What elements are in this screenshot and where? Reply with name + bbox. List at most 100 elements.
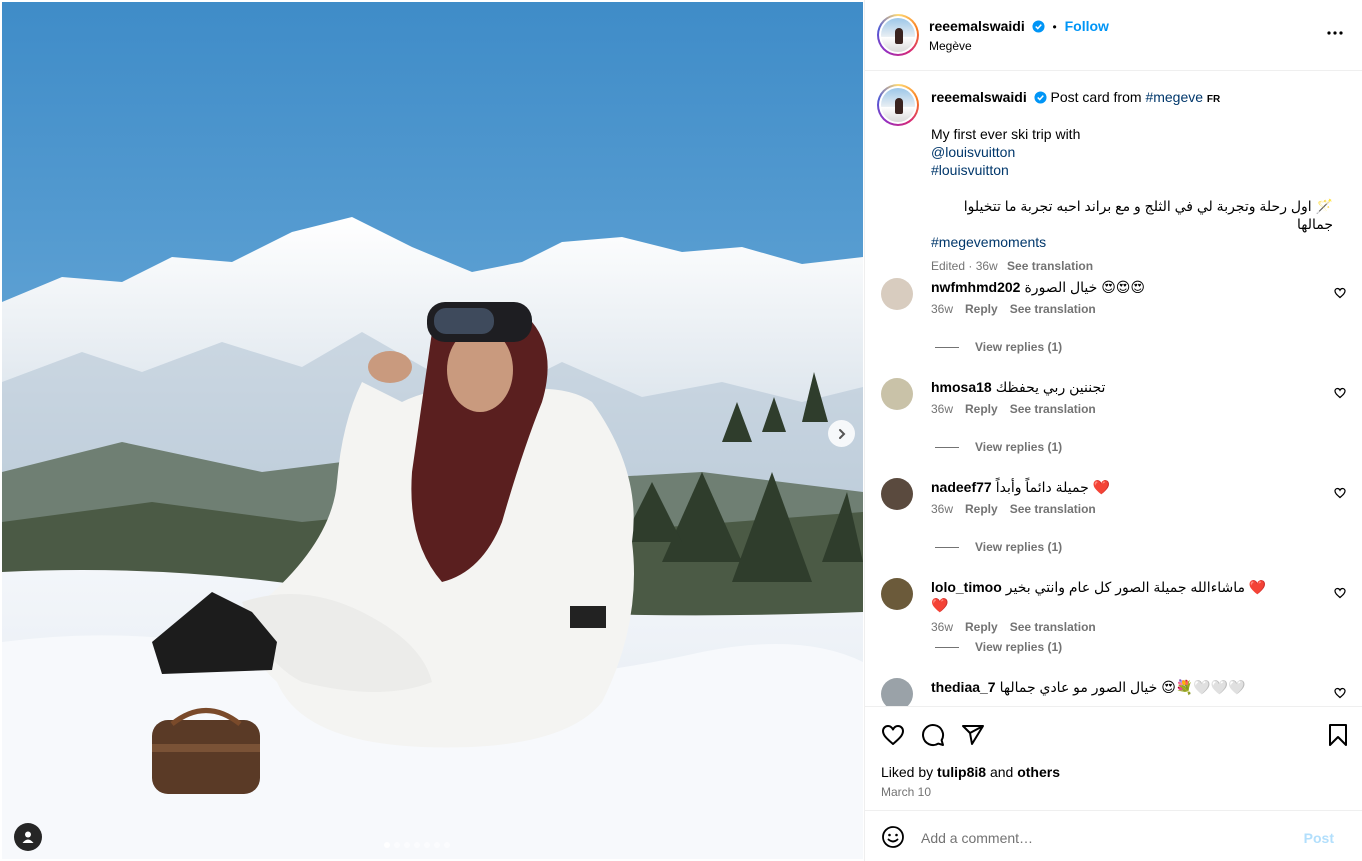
more-options-button[interactable] bbox=[1326, 24, 1344, 45]
caption-username[interactable]: reeemalswaidi bbox=[931, 89, 1027, 105]
more-options-icon bbox=[1327, 31, 1343, 35]
caption-prefix: Post card from bbox=[1050, 89, 1142, 105]
reply-button[interactable]: Reply bbox=[965, 402, 998, 416]
view-replies-label: View replies (1) bbox=[975, 340, 1063, 354]
view-replies-button[interactable]: View replies (1) bbox=[935, 440, 1062, 454]
caption: reeemalswaidi Post card from #megeve FR … bbox=[865, 84, 1362, 273]
heart-icon bbox=[882, 725, 904, 745]
caption-edited: Edited · 36w bbox=[931, 259, 998, 273]
caption-arabic: 🪄 اول رحلة وتجربة لي في الثلج و مع براند… bbox=[931, 197, 1333, 233]
view-replies-button[interactable]: View replies (1) bbox=[935, 540, 1062, 554]
comment-row: nadeef77 جميلة دائماً وأبداً ❤️ 36w Reply Se… bbox=[865, 478, 1362, 568]
commenter-avatar[interactable] bbox=[881, 278, 913, 310]
post-actions: Liked by tulip8i8 and others March 10 bbox=[865, 706, 1362, 810]
likes-summary: Liked by tulip8i8 and others bbox=[881, 764, 1060, 780]
liked-by-user[interactable]: tulip8i8 bbox=[937, 764, 986, 780]
see-translation-button[interactable]: See translation bbox=[1010, 402, 1096, 416]
ski-photo-illustration bbox=[2, 2, 863, 859]
post-photo[interactable] bbox=[2, 2, 863, 859]
save-button[interactable] bbox=[1327, 723, 1349, 750]
verified-icon bbox=[1034, 91, 1047, 104]
comment-like-button[interactable] bbox=[1334, 486, 1346, 502]
hashtag-megevemoments[interactable]: #megevemoments bbox=[931, 233, 1341, 251]
mention-louisvuitton[interactable]: @louisvuitton bbox=[931, 143, 1341, 161]
commenter-avatar[interactable] bbox=[881, 678, 913, 706]
heart-icon bbox=[1334, 387, 1346, 399]
comment-like-button[interactable] bbox=[1334, 386, 1346, 402]
comment-icon bbox=[922, 724, 945, 747]
follow-button[interactable]: Follow bbox=[1065, 18, 1109, 34]
view-replies-button[interactable]: View replies (1) bbox=[935, 340, 1062, 354]
liked-by-others[interactable]: others bbox=[1017, 764, 1060, 780]
commenter-username[interactable]: thediaa_7 bbox=[931, 679, 996, 695]
post-date[interactable]: March 10 bbox=[881, 785, 931, 799]
see-translation-button[interactable]: See translation bbox=[1010, 502, 1096, 516]
comment-button[interactable] bbox=[921, 723, 945, 750]
heart-icon bbox=[1334, 587, 1346, 599]
user-tag-icon bbox=[22, 831, 34, 843]
comment-row: thediaa_7 خيال الصور مو عادي جمالها 😍💐🤍🤍🤍 bbox=[865, 678, 1362, 706]
emoji-icon bbox=[882, 826, 904, 848]
replies-divider bbox=[935, 446, 959, 448]
tagged-users-button[interactable] bbox=[14, 823, 42, 851]
share-button[interactable] bbox=[961, 723, 985, 750]
carousel-dot bbox=[394, 842, 400, 848]
next-arrow-icon bbox=[838, 428, 845, 439]
commenter-username[interactable]: nwfmhmd202 bbox=[931, 279, 1020, 295]
reply-button[interactable]: Reply bbox=[965, 302, 998, 316]
caption-avatar[interactable] bbox=[877, 84, 919, 126]
see-translation-button[interactable]: See translation bbox=[1010, 302, 1096, 316]
caption-see-translation[interactable]: See translation bbox=[1007, 259, 1093, 273]
hashtag-louisvuitton[interactable]: #louisvuitton bbox=[931, 161, 1341, 179]
view-replies-button[interactable]: View replies (1) bbox=[935, 640, 1062, 654]
view-replies-label: View replies (1) bbox=[975, 440, 1063, 454]
hashtag-megeve[interactable]: #megeve bbox=[1145, 89, 1203, 105]
comment-row: nwfmhmd202 خيال الصورة 😍😍😍 36w Reply See tra… bbox=[865, 278, 1362, 368]
comment-like-button[interactable] bbox=[1334, 286, 1346, 302]
comment-time[interactable]: 36w bbox=[931, 402, 953, 416]
carousel-dot bbox=[414, 842, 420, 848]
reply-button[interactable]: Reply bbox=[965, 620, 998, 634]
carousel-dot bbox=[434, 842, 440, 848]
comments-section[interactable]: reeemalswaidi Post card from #megeve FR … bbox=[865, 72, 1362, 706]
post-side-panel: reeemalswaidi • Follow Megève reeemalswa… bbox=[864, 0, 1362, 861]
comment-text: خيال الصورة 😍😍😍 bbox=[1024, 279, 1145, 295]
comment-time[interactable]: 36w bbox=[931, 502, 953, 516]
carousel-dot bbox=[444, 842, 450, 848]
caption-arabic-emoji: 🪄 bbox=[1315, 198, 1333, 214]
like-button[interactable] bbox=[881, 723, 905, 750]
author-username[interactable]: reeemalswaidi bbox=[929, 18, 1025, 34]
commenter-username[interactable]: lolo_timoo bbox=[931, 579, 1002, 595]
caption-line1: My first ever ski trip with bbox=[931, 126, 1081, 142]
heart-icon bbox=[1334, 687, 1346, 699]
emoji-button[interactable] bbox=[881, 825, 905, 852]
comment-time[interactable]: 36w bbox=[931, 302, 953, 316]
comment-time[interactable]: 36w bbox=[931, 620, 953, 634]
carousel-indicators bbox=[384, 842, 450, 848]
commenter-username[interactable]: nadeef77 bbox=[931, 479, 992, 495]
comment-text: جميلة دائماً وأبداً ❤️ bbox=[995, 479, 1111, 495]
replies-divider bbox=[935, 346, 959, 348]
commenter-avatar[interactable] bbox=[881, 478, 913, 510]
language-flag: FR bbox=[1206, 94, 1221, 105]
comment-like-button[interactable] bbox=[1334, 686, 1346, 702]
carousel-dot bbox=[424, 842, 430, 848]
liked-by-prefix: Liked by bbox=[881, 764, 934, 780]
replies-divider bbox=[935, 546, 959, 548]
comment-like-button[interactable] bbox=[1334, 586, 1346, 602]
comment-input[interactable]: Add a comment… bbox=[921, 830, 1033, 846]
see-translation-button[interactable]: See translation bbox=[1010, 620, 1096, 634]
commenter-avatar[interactable] bbox=[881, 578, 913, 610]
post-viewer: reeemalswaidi • Follow Megève reeemalswa… bbox=[0, 0, 1362, 861]
post-location[interactable]: Megève bbox=[929, 39, 972, 53]
bookmark-icon bbox=[1329, 724, 1347, 746]
next-slide-button[interactable] bbox=[828, 420, 855, 447]
author-avatar[interactable] bbox=[877, 14, 919, 56]
carousel-dot bbox=[384, 842, 390, 848]
view-replies-label: View replies (1) bbox=[975, 640, 1063, 654]
view-replies-label: View replies (1) bbox=[975, 540, 1063, 554]
post-comment-button[interactable]: Post bbox=[1304, 830, 1334, 846]
commenter-avatar[interactable] bbox=[881, 378, 913, 410]
reply-button[interactable]: Reply bbox=[965, 502, 998, 516]
commenter-username[interactable]: hmosa18 bbox=[931, 379, 992, 395]
